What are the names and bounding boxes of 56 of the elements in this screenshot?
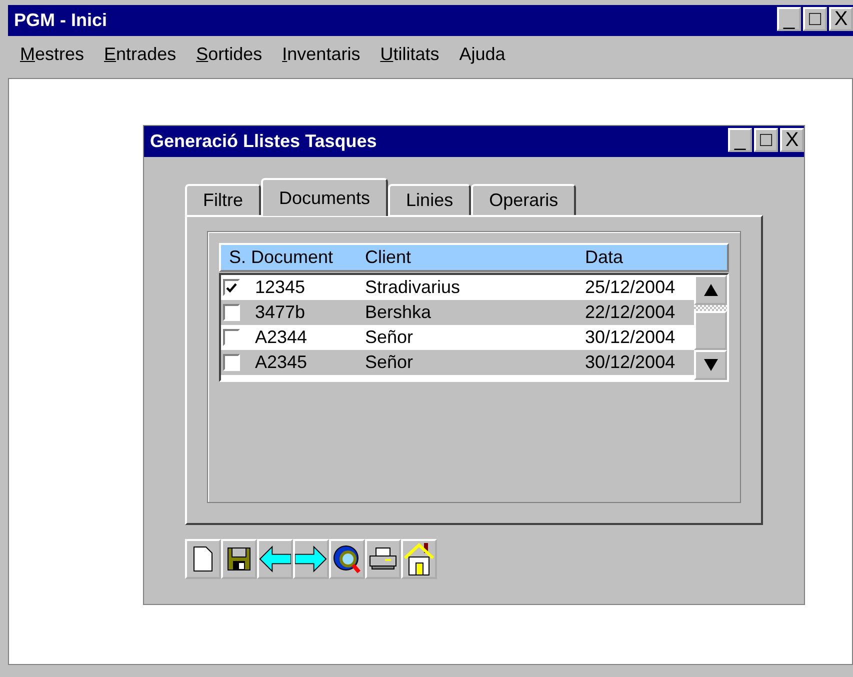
tab[interactable]: Operaris xyxy=(471,184,576,215)
minimize-button[interactable]: _ xyxy=(777,7,801,31)
printer-icon xyxy=(368,547,398,571)
toolbar-button[interactable] xyxy=(401,539,437,579)
menu-item[interactable]: Ajuda xyxy=(459,44,506,68)
table-row[interactable]: 3477b Bershka 22/12/2004 xyxy=(221,300,694,325)
maximize-button[interactable]: □ xyxy=(803,7,827,31)
tab[interactable]: Linies xyxy=(388,184,472,215)
tab[interactable]: Filtre xyxy=(185,184,261,215)
minimize-button[interactable]: _ xyxy=(728,128,752,152)
s-document-header: S. Document xyxy=(228,247,334,268)
menu-item[interactable]: Utilitats xyxy=(380,44,440,68)
scroll-down-button[interactable] xyxy=(694,350,727,380)
menu-item[interactable]: Inventaris xyxy=(282,44,360,68)
data-header: Data xyxy=(585,247,624,268)
table-cell-text: 30/12/2004 xyxy=(585,352,676,373)
right-arrow-icon xyxy=(295,544,327,574)
table-row[interactable]: A2345 Señor 30/12/2004 xyxy=(221,350,694,375)
table-cell-text: Señor xyxy=(365,352,414,373)
down-triangle-icon xyxy=(704,359,718,372)
left-arrow-icon xyxy=(259,544,291,574)
scroll-up-button[interactable] xyxy=(694,275,727,305)
toolbar-button[interactable] xyxy=(293,539,329,579)
menu-item[interactable]: Mestres xyxy=(20,44,84,68)
menu-item[interactable]: Sortides xyxy=(196,44,262,68)
house-icon xyxy=(403,542,435,576)
checkbox[interactable] xyxy=(223,354,240,371)
up-triangle-icon xyxy=(704,284,718,296)
close-button[interactable]: X xyxy=(780,128,804,152)
table-cell-text: A2344 xyxy=(255,327,308,348)
dialog-title: Generació Llistes Tasques xyxy=(150,131,377,152)
table-cell-text: A2345 xyxy=(255,352,308,373)
table-cell-text: Stradivarius xyxy=(365,277,462,298)
table-cell-text: 30/12/2004 xyxy=(585,327,676,348)
table-cell-text: 12345 xyxy=(255,277,306,298)
search-icon xyxy=(332,543,362,575)
table-cell-text: Bershka xyxy=(365,302,432,323)
close-button[interactable]: X xyxy=(829,7,853,31)
table-cell-text: Señor xyxy=(365,327,414,348)
table-cell-text: 25/12/2004 xyxy=(585,277,676,298)
table-cell-text: 22/12/2004 xyxy=(585,302,676,323)
client-header: Client xyxy=(365,247,412,268)
scrollbar[interactable] xyxy=(694,275,727,380)
toolbar-button[interactable] xyxy=(257,539,293,579)
window-title: PGM - Inici xyxy=(14,10,108,31)
toolbar-button[interactable] xyxy=(365,539,401,579)
check-icon xyxy=(226,282,237,292)
toolbar-button[interactable] xyxy=(221,539,257,579)
menu-item[interactable]: Entrades xyxy=(104,44,176,68)
maximize-button[interactable]: □ xyxy=(754,128,778,152)
table-cell-text: 3477b xyxy=(255,302,306,323)
tab[interactable]: Documents xyxy=(261,178,388,216)
toolbar-button[interactable] xyxy=(329,539,365,579)
checkbox[interactable] xyxy=(223,304,240,321)
toolbar-button[interactable] xyxy=(185,539,221,579)
document-icon xyxy=(193,546,213,572)
